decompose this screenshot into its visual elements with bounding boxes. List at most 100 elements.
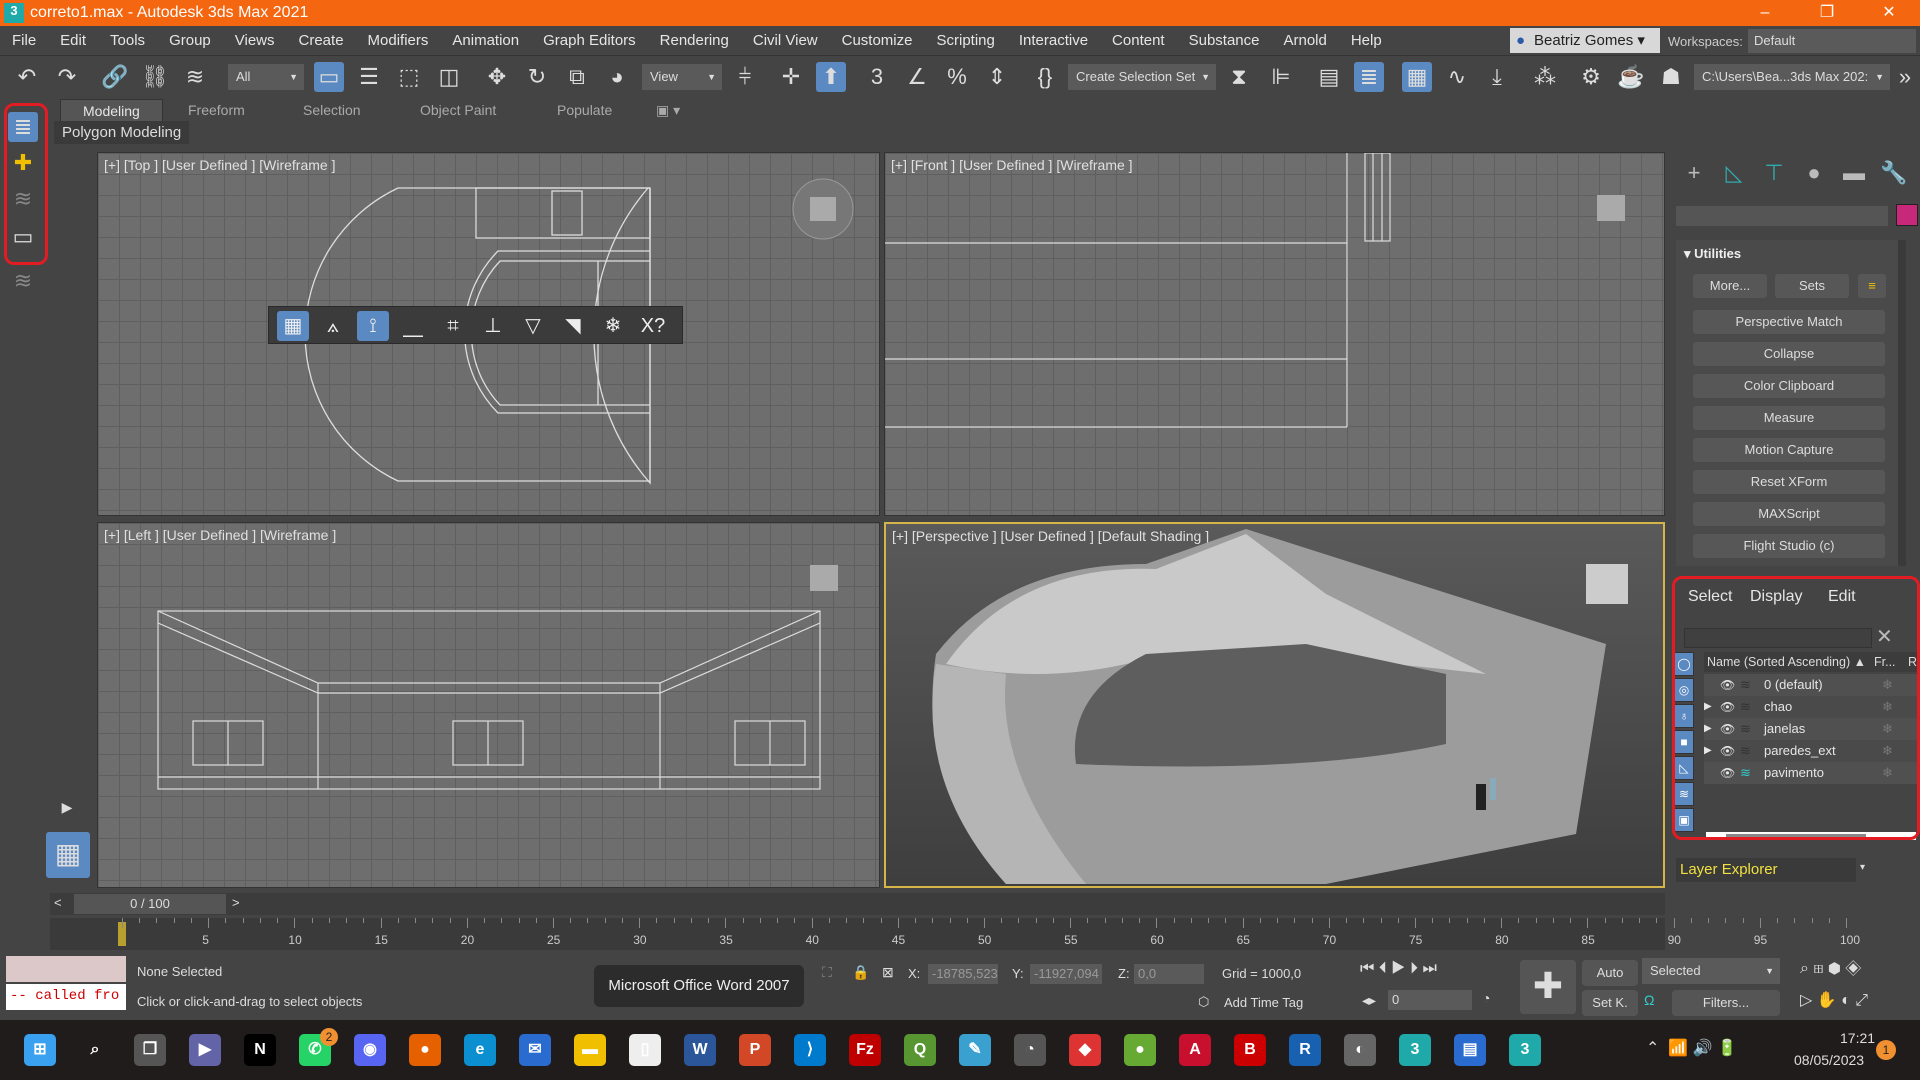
taskbar-thunderbird-icon[interactable]: ✉ [519, 1034, 551, 1066]
bind-space-warp-icon[interactable]: ≋ [180, 62, 210, 92]
tab-modeling[interactable]: Modeling [60, 99, 163, 121]
viewport-perspective[interactable]: [+] [Perspective ] [User Defined ] [Defa… [884, 522, 1665, 888]
taskbar-writer-icon[interactable]: ▤ [1454, 1034, 1486, 1066]
taskbar-paint-icon[interactable]: ✎ [959, 1034, 991, 1066]
menu-modifiers[interactable]: Modifiers [356, 32, 441, 49]
ribbon-toggle-icon[interactable]: ▦ [1402, 62, 1432, 92]
utility-button[interactable]: Flight Studio (c) [1693, 534, 1885, 558]
notification-badge[interactable]: 1 [1876, 1040, 1896, 1060]
midpoint-snap-icon[interactable]: ⊥ [477, 311, 509, 341]
taskbar-netflix-icon[interactable]: N [244, 1034, 276, 1066]
display-tab-icon[interactable]: ▬ [1836, 160, 1872, 190]
current-frame-field[interactable]: 0 [1388, 990, 1472, 1010]
viewport-layout-icon[interactable]: ▦ [46, 832, 90, 878]
taskbar-filezilla-icon[interactable]: Fz [849, 1034, 881, 1066]
menu-views[interactable]: Views [223, 32, 287, 49]
align-icon[interactable]: ⊫ [1266, 62, 1296, 92]
menu-substance[interactable]: Substance [1177, 32, 1272, 49]
utility-button[interactable]: Reset XForm [1693, 470, 1885, 494]
rotate-icon[interactable]: ↻ [522, 62, 552, 92]
set-key-big-button[interactable]: ✚ [1520, 960, 1576, 1014]
rectangular-selection-icon[interactable]: ⬚ [394, 62, 424, 92]
time-tag-icon[interactable]: ⬡ [1198, 994, 1209, 1010]
taskbar-firefox-icon[interactable]: ● [409, 1034, 441, 1066]
mirror-icon[interactable]: ⧗ [1224, 62, 1254, 92]
taskbar-revit-icon[interactable]: R [1289, 1034, 1321, 1066]
create-tab-icon[interactable]: + [1676, 160, 1712, 190]
menu-customize[interactable]: Customize [830, 32, 925, 49]
viewport-front[interactable]: [+] [Front ] [User Defined ] [Wireframe … [884, 152, 1665, 516]
taskbar-libreoffice-icon[interactable]: ▯ [629, 1034, 661, 1066]
unlink-icon[interactable]: ⛓ [140, 62, 170, 92]
spinner-snap-icon[interactable]: ⇕ [982, 62, 1012, 92]
taskbar-task-view-icon[interactable]: ❐ [134, 1034, 166, 1066]
ribbon-options-icon[interactable]: ▣ ▾ [656, 99, 680, 121]
select-object-icon[interactable]: ▭ [314, 62, 344, 92]
absolute-mode-icon[interactable]: ⊠ [882, 964, 894, 981]
selection-filter-dropdown[interactable]: All [228, 64, 304, 90]
tab-freeform[interactable]: Freeform [188, 99, 245, 121]
menu-edit[interactable]: Edit [48, 32, 98, 49]
taskbar-app-green-icon[interactable]: ● [1124, 1034, 1156, 1066]
polygon-modeling-panel[interactable]: Polygon Modeling [54, 121, 190, 144]
taskbar-word-icon[interactable]: W [684, 1034, 716, 1066]
viewport-navigation-icons-2[interactable]: ▷ ✋ ◐ ⤢ [1800, 990, 1868, 1010]
menu-graph-editors[interactable]: Graph Editors [531, 32, 648, 49]
maxscript-output[interactable]: -- called fro [6, 984, 126, 1010]
taskbar-search-icon[interactable]: ⌕ [79, 1034, 111, 1066]
close-button[interactable]: ✕ [1866, 0, 1912, 26]
keyboard-shortcut-override-icon[interactable]: ⬆ [816, 62, 846, 92]
viewport-navigation-icons[interactable]: ⌕ ⊞ ⬢ ◈ [1800, 960, 1861, 978]
layer-explorer-title[interactable]: Layer Explorer [1676, 858, 1856, 882]
menu-interactive[interactable]: Interactive [1007, 32, 1100, 49]
render-production-icon[interactable]: ☗ [1656, 62, 1686, 92]
taskbar-autocad-icon[interactable]: A [1179, 1034, 1211, 1066]
menu-civil-view[interactable]: Civil View [741, 32, 830, 49]
minimize-button[interactable]: – [1742, 0, 1788, 26]
time-slider-thumb[interactable]: 0 / 100 [74, 894, 226, 914]
configure-sets-icon[interactable]: ≡ [1858, 274, 1886, 298]
menu-scripting[interactable]: Scripting [924, 32, 1006, 49]
taskbar-file-explorer-icon[interactable]: ▬ [574, 1034, 606, 1066]
taskbar-qgis-icon[interactable]: Q [904, 1034, 936, 1066]
object-color-swatch[interactable] [1896, 204, 1918, 226]
sets-button[interactable]: Sets [1775, 274, 1849, 298]
face-snap-icon[interactable]: ▽ [517, 311, 549, 341]
isolate-selection-icon[interactable]: ⛶ [822, 964, 832, 981]
clock-time[interactable]: 17:21 [1840, 1030, 1875, 1046]
angle-snap-icon[interactable]: ∠ [902, 62, 932, 92]
maxscript-listener-input[interactable] [6, 956, 126, 982]
taskbar-sketchup-icon[interactable]: ◆ [1069, 1034, 1101, 1066]
named-selection-set-dropdown[interactable]: Create Selection Set [1068, 64, 1216, 90]
menu-animation[interactable]: Animation [440, 32, 531, 49]
add-time-tag[interactable]: Add Time Tag [1224, 995, 1303, 1010]
grid-points-snap-icon[interactable]: ▦ [277, 311, 309, 341]
menu-arnold[interactable]: Arnold [1271, 32, 1338, 49]
viewport-left[interactable]: [+] [Left ] [User Defined ] [Wireframe ] [97, 522, 880, 888]
link-icon[interactable]: 🔗 [100, 62, 130, 92]
taskbar-3dsmax-icon[interactable]: 3 [1399, 1034, 1431, 1066]
center-face-snap-icon[interactable]: ◥ [557, 311, 589, 341]
layer-stack-icon[interactable]: ≋ [8, 266, 38, 296]
toolbar-overflow-icon[interactable]: » [1890, 62, 1920, 92]
next-frame-button[interactable]: > [232, 895, 240, 910]
utility-button[interactable]: Perspective Match [1693, 310, 1885, 334]
z-coordinate-field[interactable]: 0,0 [1134, 964, 1204, 984]
tab-object-paint[interactable]: Object Paint [420, 99, 496, 121]
time-slider[interactable]: < 0 / 100 > [50, 893, 1665, 915]
utilities-tab-icon[interactable]: 🔧 [1876, 160, 1912, 190]
utility-button[interactable]: Motion Capture [1693, 438, 1885, 462]
snap-frozen-icon[interactable]: ❄ [597, 311, 629, 341]
rendered-frame-window-icon[interactable]: ☕ [1616, 62, 1646, 92]
menu-create[interactable]: Create [287, 32, 356, 49]
endpoint-snap-icon[interactable]: ⎽ [397, 311, 429, 341]
taskbar-teams-icon[interactable]: ▶ [189, 1034, 221, 1066]
user-account-menu[interactable]: ● Beatriz Gomes ▾ [1510, 28, 1660, 53]
taskbar-edge-icon[interactable]: e [464, 1034, 496, 1066]
menu-group[interactable]: Group [157, 32, 223, 49]
curve-editor-icon[interactable]: ∿ [1442, 62, 1472, 92]
expand-arrow-icon[interactable]: ▶ [52, 792, 82, 822]
clock-date[interactable]: 08/05/2023 [1794, 1052, 1864, 1068]
snaps-toggle-icon[interactable]: 3 [862, 62, 892, 92]
object-name-field[interactable] [1676, 206, 1888, 226]
